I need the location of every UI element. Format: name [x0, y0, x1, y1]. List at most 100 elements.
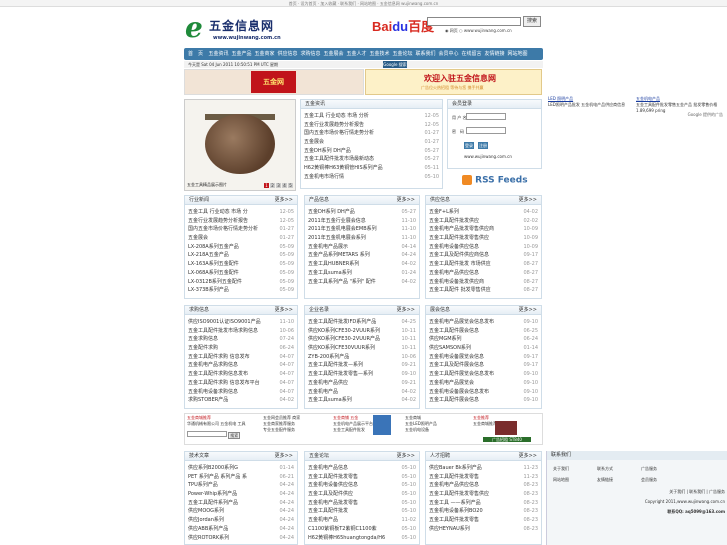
- pager-item[interactable]: 4: [282, 183, 287, 188]
- slideshow-pager[interactable]: 12345: [263, 183, 293, 188]
- list-item[interactable]: 五金工具配件批发市场求购信息 10-06: [188, 326, 294, 336]
- list-item[interactable]: LX-0312B系列五金配件 05-09: [188, 277, 294, 287]
- list-item[interactable]: 五金工具及配件供应商信息 09-17: [429, 251, 538, 261]
- ad-cell-4[interactable]: 五金商城 五金LED照明产品 五金机电设备: [405, 415, 465, 445]
- ad-cell-5[interactable]: 五金推荐 五金商城推荐 广告招租 ST840: [473, 415, 541, 445]
- list-item[interactable]: 五金工具 行业动态 市场 分 12-05: [188, 208, 294, 217]
- list-item[interactable]: 五金机电产品供应信息 08-27: [429, 268, 538, 278]
- list-item[interactable]: 五金产品系列METARS 系列 04-24: [308, 251, 416, 261]
- ad-cell-3[interactable]: 五金商铺 五金 五金机电产品展示平台 五金工具配件批发: [333, 415, 403, 445]
- list-item[interactable]: 2011年五金行业展会信息 11-10: [308, 216, 416, 226]
- ad-cell-6[interactable]: 广告招租 ST840: [483, 437, 531, 442]
- pager-item[interactable]: 1: [264, 183, 269, 188]
- section-more-link[interactable]: 更多>>: [275, 452, 293, 461]
- list-item[interactable]: ZYB-200系列产品 10-06: [308, 352, 416, 362]
- list-item[interactable]: 五金机电产品 04-02: [308, 387, 416, 397]
- list-item[interactable]: 五金机电产品 11-02: [308, 516, 416, 525]
- search-scope-radios[interactable]: ◉ 网页 ○ www.wujinwang.com.cn: [445, 28, 512, 34]
- section-more-link[interactable]: 更多>>: [519, 306, 537, 315]
- list-item[interactable]: 五金工具配件批发 市场供应 08-27: [429, 260, 538, 269]
- nav-item[interactable]: 首 页: [184, 48, 207, 60]
- footer-link[interactable]: 会员服务: [641, 474, 685, 485]
- list-item[interactable]: 五金工具配件展览会信息发布 09-10: [429, 370, 538, 379]
- pager-item[interactable]: 5: [288, 183, 293, 188]
- section-more-link[interactable]: 更多>>: [275, 196, 293, 205]
- nav-item[interactable]: 联系我们: [414, 48, 437, 60]
- section-more-link[interactable]: 更多>>: [397, 306, 415, 315]
- list-item[interactable]: 求购STOBER产品 04-02: [188, 396, 294, 405]
- list-item[interactable]: 五金工具配件批发零售 05-10: [308, 472, 416, 482]
- nav-item[interactable]: 会员中心: [437, 48, 460, 60]
- list-item[interactable]: 五金行业发展趋势分析报告 12-05: [188, 216, 294, 226]
- nav-item[interactable]: 五金产品: [230, 48, 253, 60]
- list-item[interactable]: 五金展会 01-27: [188, 234, 294, 243]
- baidu-search-button[interactable]: 搜索: [523, 16, 541, 27]
- list-item[interactable]: 五金工具配件 批发零售供应 08-27: [429, 286, 538, 295]
- site-logo[interactable]: e 五金信息网 www.wujinwang.com.cn: [185, 14, 281, 46]
- nav-item[interactable]: 五金技术: [368, 48, 391, 60]
- list-item[interactable]: 五金机电产品求购信息 04-07: [188, 361, 294, 371]
- footer-link[interactable]: 网站地图: [553, 474, 597, 485]
- ad-search-input[interactable]: [187, 431, 227, 437]
- list-item[interactable]: H62黄铜棒H63黄铜管HIS系列产品 05-11: [304, 164, 439, 173]
- list-item[interactable]: 五金工具配件求购 信息发布平台 04-07: [188, 378, 294, 388]
- list-item[interactable]: LX-163A系列五金配件 05-09: [188, 260, 294, 269]
- list-item[interactable]: 五金工具及配件展会信息 09-17: [429, 361, 538, 371]
- list-item[interactable]: 五金机电产品供应 09-21: [308, 378, 416, 388]
- list-item[interactable]: 供应系列B2000系列G 01-14: [188, 464, 294, 473]
- footer-link[interactable]: 关于我们: [553, 463, 597, 474]
- username-input[interactable]: [466, 113, 506, 120]
- list-item[interactable]: PET 系列产品 系列产品 系 06-21: [188, 472, 294, 482]
- list-item[interactable]: 五金工具配件求购 信息发布 04-07: [188, 352, 294, 362]
- list-item[interactable]: 供应KO系列CFE30VUUR系列 10-11: [308, 344, 416, 353]
- list-item[interactable]: 五金机电产品展览会 09-10: [429, 378, 538, 388]
- section-more-link[interactable]: 更多>>: [397, 452, 415, 461]
- list-item[interactable]: 供应ROTORK系列 04-24: [188, 533, 294, 543]
- footer-link[interactable]: 联系方式: [597, 463, 641, 474]
- list-item[interactable]: 供应Bauer Bk系列产品 11-23: [429, 464, 538, 473]
- baidu-search-input[interactable]: [427, 17, 521, 26]
- nav-item[interactable]: 五金资讯: [207, 48, 230, 60]
- section-more-link[interactable]: 更多>>: [519, 452, 537, 461]
- list-item[interactable]: 五金工具系列产品 "系列" 配件 04-02: [308, 277, 416, 287]
- list-item[interactable]: 五金机电产品展示 04-14: [308, 242, 416, 252]
- nav-item[interactable]: 网站地图: [506, 48, 529, 60]
- footer-link[interactable]: 广告服务: [641, 463, 685, 474]
- list-item[interactable]: 五金机电产品批发零售 05-10: [308, 498, 416, 508]
- list-item[interactable]: 五金DH系列 DH产品 05-27: [304, 146, 439, 156]
- nav-item[interactable]: 五金展会: [322, 48, 345, 60]
- list-item[interactable]: 国内五金市场价格行情走势分析 01-27: [304, 129, 439, 139]
- nav-item[interactable]: 五金论坛: [391, 48, 414, 60]
- list-item[interactable]: 五金机电设备求购信息 04-07: [188, 387, 294, 397]
- list-item[interactable]: 五金工具 ——系列产品 08-23: [429, 498, 538, 508]
- list-item[interactable]: H62黄铜棒H65huangtongda/H6 05-10: [308, 533, 416, 543]
- list-item[interactable]: 五金工具配件批发市场最新动态 05-27: [304, 155, 439, 165]
- list-item[interactable]: 五金工具配件批发零售供应 10-09: [429, 234, 538, 243]
- google-ad-1[interactable]: LED 照明产品 LED照明产品批发 五金机电产品供应商信息: [548, 96, 634, 108]
- pager-item[interactable]: 2: [270, 183, 275, 188]
- pager-item[interactable]: 3: [276, 183, 281, 188]
- list-item[interactable]: 五金工具配件批发IFD系列产品 04-25: [308, 318, 416, 327]
- list-item[interactable]: 供应ABB系列产品 04-24: [188, 524, 294, 534]
- list-item[interactable]: 供应ISO9001认证ISO9001产品 11-10: [188, 318, 294, 327]
- list-item[interactable]: 供应MGM系列 06-24: [429, 335, 538, 345]
- list-item[interactable]: 五金工具suma系列 01-24: [308, 268, 416, 278]
- list-item[interactable]: 五金机电设备批发供应商 08-27: [429, 277, 538, 287]
- google-ads-label[interactable]: Google 提供的广告: [688, 112, 723, 118]
- banner-right[interactable]: 欢迎入驻五金信息网 广告位火热招租 等待与您 携手共赢: [365, 69, 542, 95]
- nav-item[interactable]: 友情链接: [483, 48, 506, 60]
- list-item[interactable]: 五金机电设备供应信息 10-09: [429, 242, 538, 252]
- banner-left[interactable]: 五金网: [184, 69, 364, 95]
- list-item[interactable]: 五金机电产品供应信息 08-23: [429, 481, 538, 491]
- list-item[interactable]: 五金工具配件求购信息发布 04-07: [188, 370, 294, 379]
- list-item[interactable]: 五金工具及配件供应 05-10: [308, 490, 416, 499]
- ad-cell-1[interactable]: 五金商城推荐 华通机械有限公司 五金机电 工具 搜索: [187, 415, 261, 445]
- list-item[interactable]: 供应HEYNAU系列 08-23: [429, 524, 538, 534]
- list-item[interactable]: 五金机电设备展览会信息 09-17: [429, 352, 538, 362]
- password-input[interactable]: [466, 127, 506, 134]
- list-item[interactable]: 五金工具 行业动态 市场 分析 12-05: [304, 112, 439, 121]
- list-item[interactable]: 五金工具配件批发零售 11-23: [429, 472, 538, 482]
- list-item[interactable]: 2011年五金机电展会EMB系列 11-10: [308, 225, 416, 235]
- list-item[interactable]: 供应SAMSON系列 01-14: [429, 344, 538, 353]
- list-item[interactable]: 五金机电设备供应信息 05-10: [308, 481, 416, 491]
